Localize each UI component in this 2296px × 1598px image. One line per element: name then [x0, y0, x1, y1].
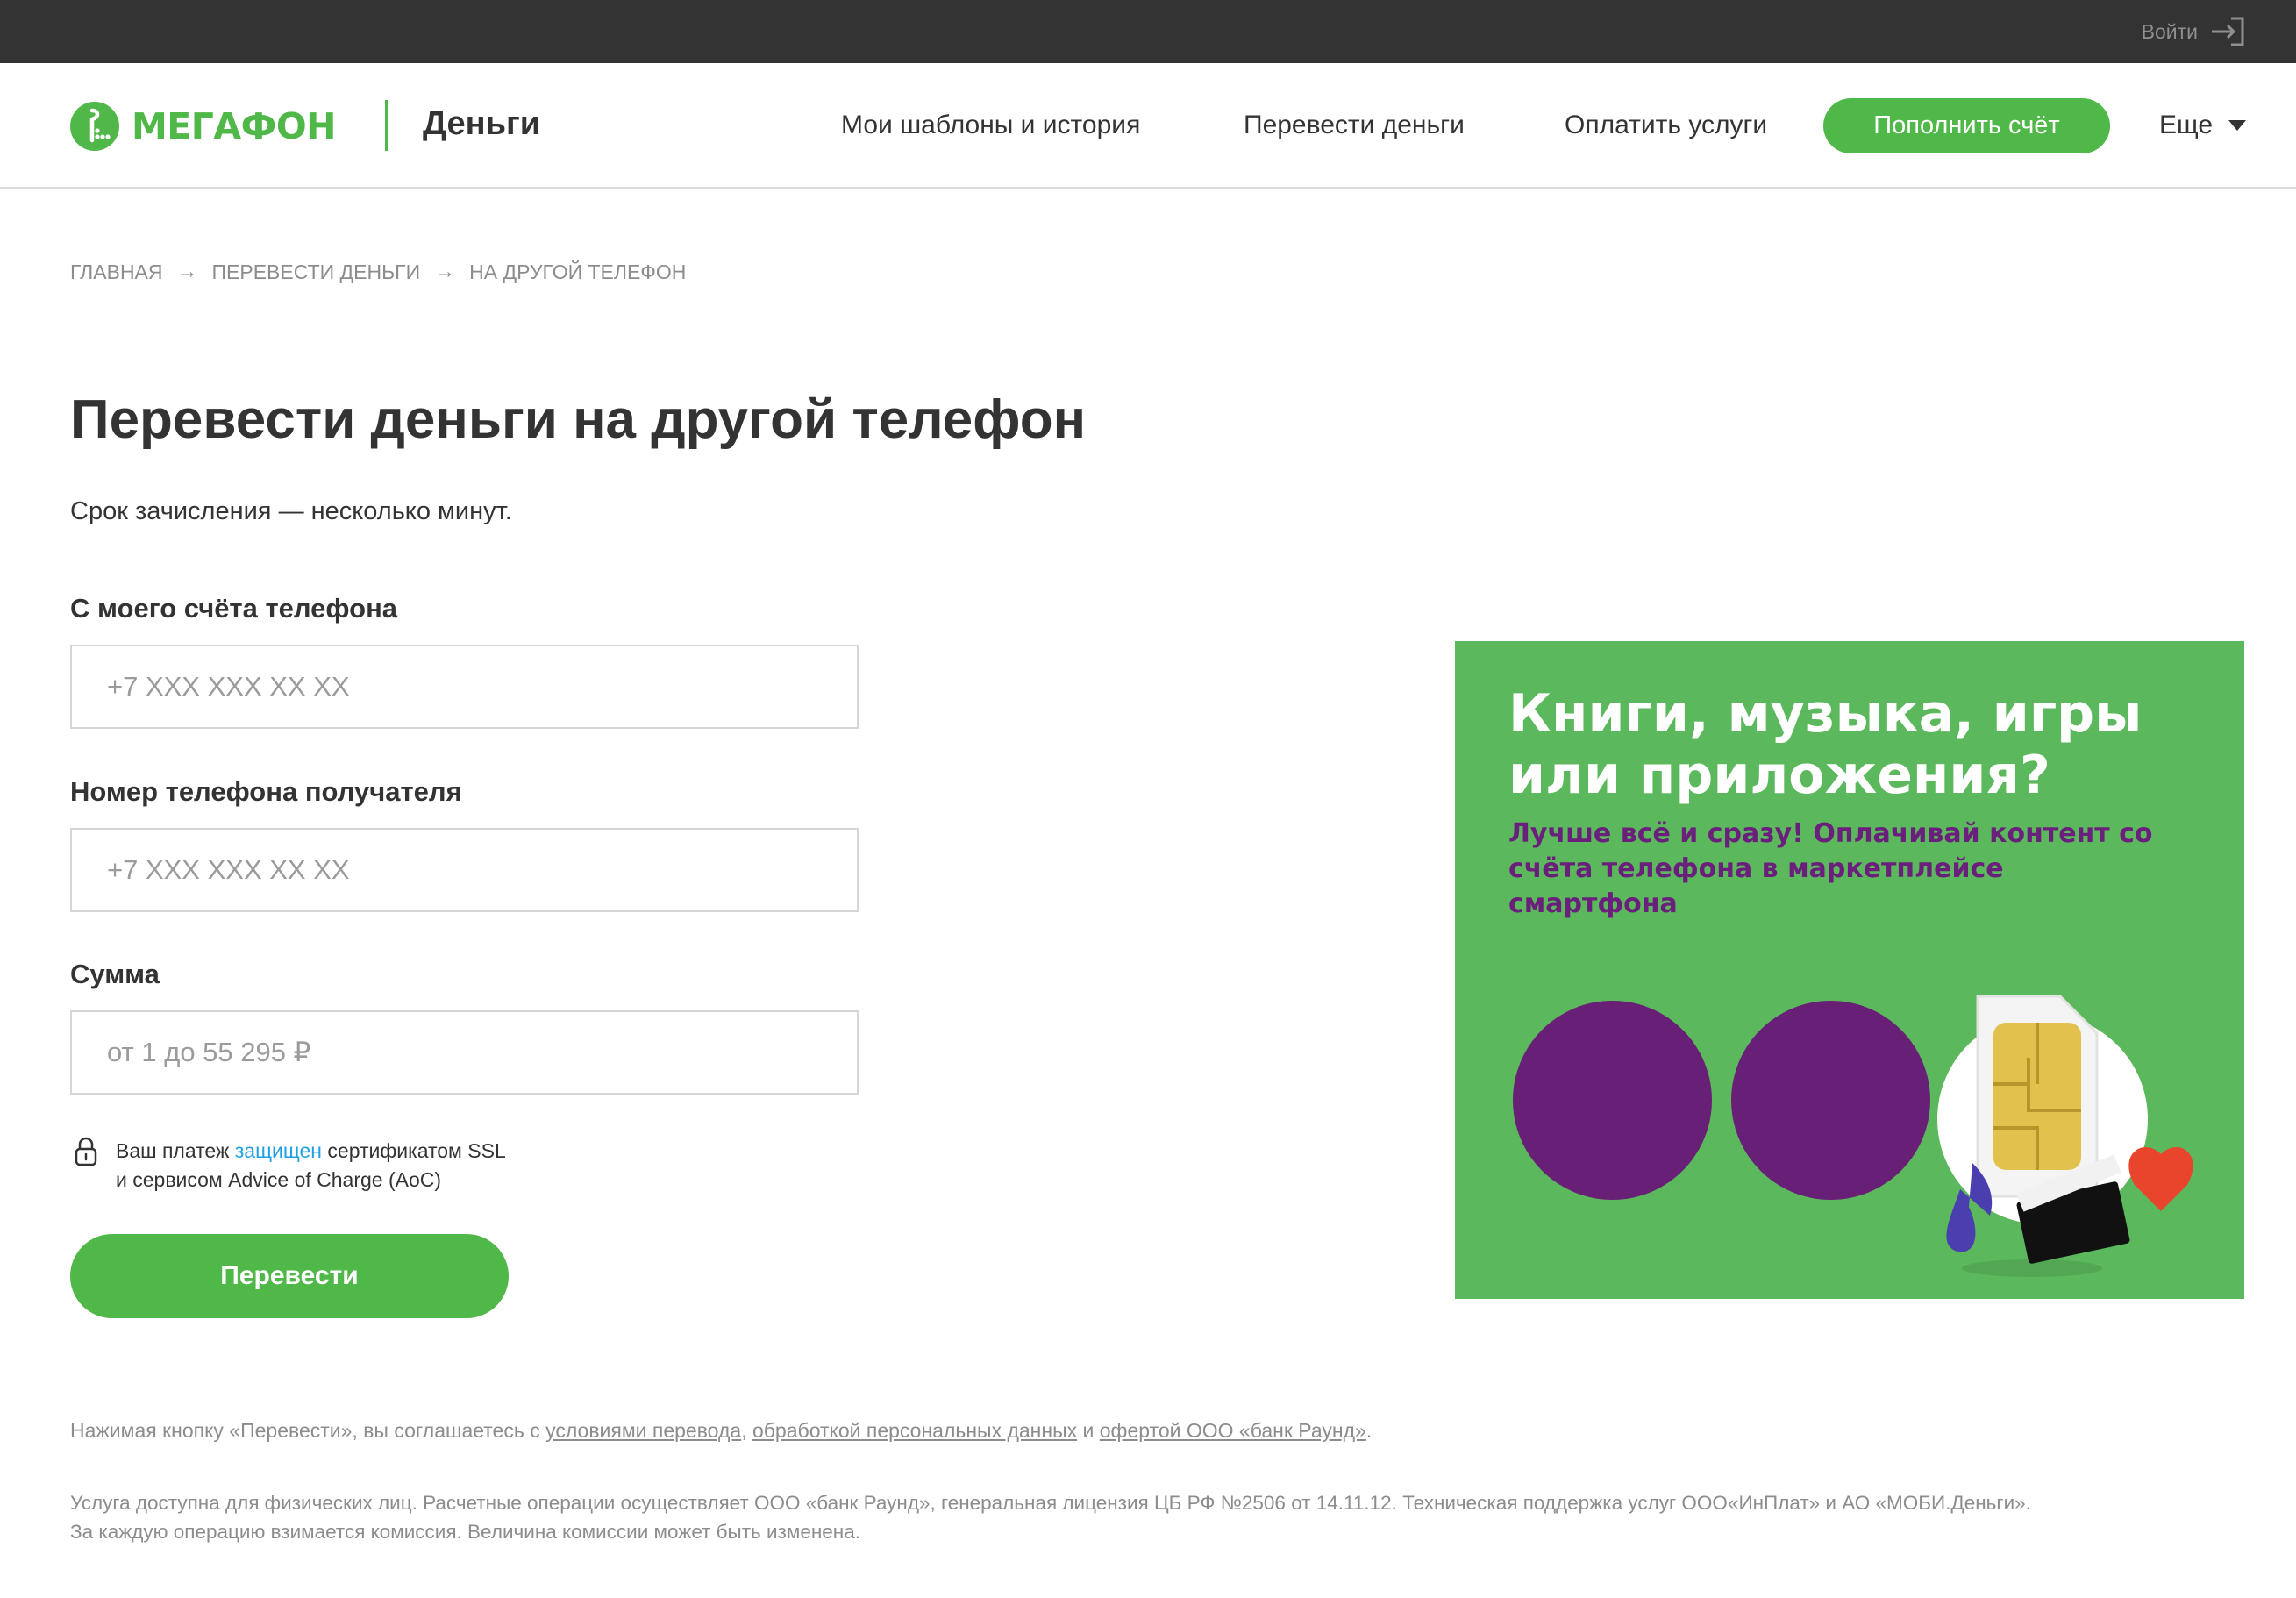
page-subtitle: Срок зачисления — несколько минут.: [70, 497, 512, 525]
megafon-logo-icon: [70, 102, 119, 151]
top-bar: Войти: [0, 0, 2296, 63]
arrow-right-icon: →: [434, 260, 456, 283]
footnote-line1: Услуга доступна для физических лиц. Расч…: [70, 1492, 2031, 1514]
nav-templates-history[interactable]: Мои шаблоны и история: [841, 111, 1140, 140]
legal-agreement: Нажимая кнопку «Перевести», вы соглашает…: [70, 1419, 1372, 1443]
lock-icon: [75, 1137, 97, 1166]
security-suffix: сертификатом SSL: [322, 1139, 506, 1162]
footnote-line2: За каждую операцию взимается комиссия. В…: [70, 1521, 860, 1543]
security-line2: и сервисом Advice of Charge (AoC): [116, 1168, 442, 1191]
promo-banner[interactable]: Книги, музыка, игры или приложения? Лучш…: [1455, 641, 2244, 1299]
legal-sep: ,: [741, 1419, 752, 1442]
purple-circle: [1731, 1001, 1930, 1200]
security-text: Ваш платеж защищен сертификатом SSL и се…: [116, 1137, 506, 1195]
legal-suffix: .: [1365, 1419, 1373, 1442]
breadcrumb: ГЛАВНАЯ → ПЕРЕВЕСТИ ДЕНЬГИ → НА ДРУГОЙ Т…: [70, 260, 686, 284]
site-header: МегаФон Деньги Мои шаблоны и история Пер…: [0, 63, 2296, 189]
megafon-logo[interactable]: МегаФон: [70, 100, 337, 153]
product-name: Деньги: [423, 105, 541, 142]
nav-transfer-money[interactable]: Перевести деньги: [1244, 111, 1465, 140]
security-protected-link[interactable]: защищен: [235, 1139, 322, 1162]
nav-pay-services[interactable]: Оплатить услуги: [1565, 111, 1767, 140]
sim-card-illustration: [1937, 995, 2193, 1277]
topup-button[interactable]: Пополнить счёт: [1823, 98, 2110, 153]
offer-link[interactable]: офертой ООО «банк Раунд»: [1100, 1419, 1366, 1442]
banner-title: Книги, музыка, игры или приложения?: [1508, 683, 2143, 806]
breadcrumb-current: НА ДРУГОЙ ТЕЛЕФОН: [469, 260, 687, 283]
amount-input[interactable]: [70, 1010, 859, 1095]
login-icon: [2212, 17, 2244, 46]
legal-prefix: Нажимая кнопку «Перевести», вы соглашает…: [70, 1419, 546, 1442]
page-title: Перевести деньги на другой телефон: [70, 389, 1087, 450]
banner-subtitle: Лучше всё и сразу! Оплачивай контент со …: [1508, 818, 2153, 919]
breadcrumb-transfer[interactable]: ПЕРЕВЕСТИ ДЕНЬГИ: [212, 260, 421, 284]
to-phone-input[interactable]: [70, 828, 859, 912]
chevron-down-icon: [2228, 120, 2247, 131]
breadcrumb-home[interactable]: ГЛАВНАЯ: [70, 260, 163, 284]
purple-circle: [1513, 1001, 1712, 1200]
transfer-button[interactable]: Перевести: [70, 1234, 509, 1318]
more-menu[interactable]: Еще: [2159, 111, 2247, 140]
from-phone-input[interactable]: [70, 645, 859, 729]
legal-sep: и: [1077, 1419, 1100, 1442]
logo-text: МегаФон: [132, 105, 337, 147]
arrow-right-icon: →: [176, 260, 198, 283]
amount-label: Сумма: [70, 959, 160, 989]
to-phone-label: Номер телефона получателя: [70, 776, 462, 807]
logo-divider: [385, 100, 388, 151]
personal-data-link[interactable]: обработкой персональных данных: [752, 1419, 1077, 1442]
from-phone-label: С моего счёта телефона: [70, 593, 398, 624]
login-label: Войти: [2141, 19, 2198, 43]
more-label: Еще: [2159, 111, 2214, 139]
service-footnote: Услуга доступна для физических лиц. Расч…: [70, 1488, 2236, 1546]
login-link[interactable]: Войти: [2142, 16, 2245, 47]
transfer-terms-link[interactable]: условиями перевода: [545, 1419, 741, 1442]
security-prefix: Ваш платеж: [116, 1139, 235, 1162]
security-note: Ваш платеж защищен сертификатом SSL и се…: [74, 1137, 506, 1195]
